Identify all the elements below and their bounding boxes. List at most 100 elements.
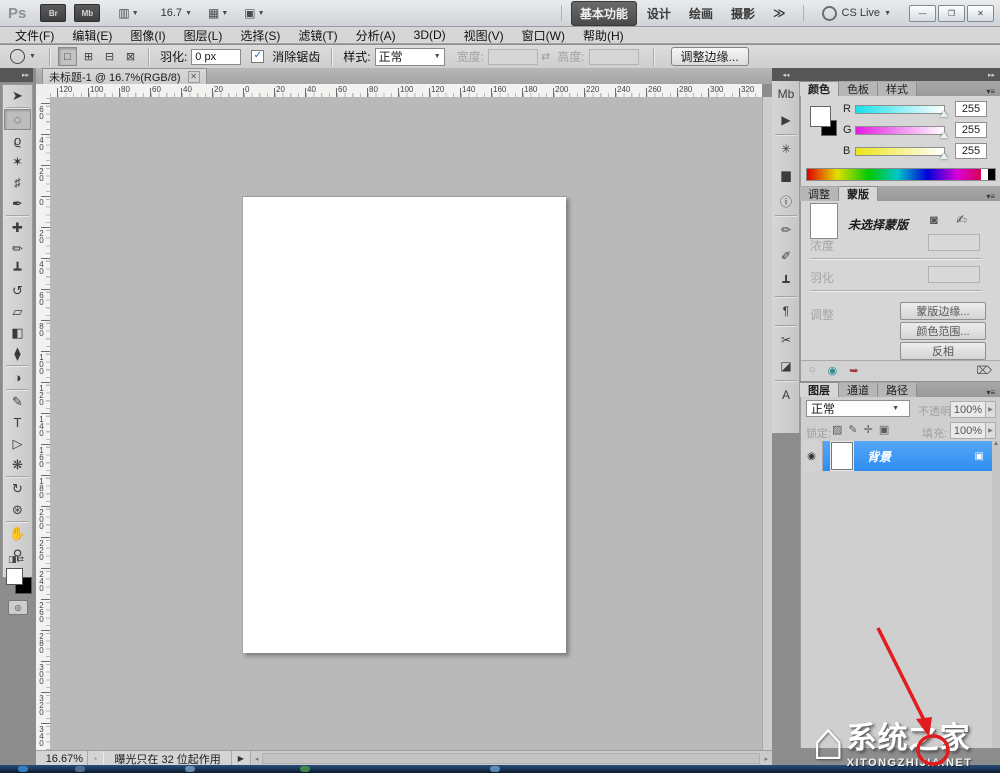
layers-tab-通道[interactable]: 通道 bbox=[839, 383, 878, 397]
opacity-spinner[interactable]: ▶ bbox=[985, 401, 996, 418]
menu-item-4[interactable]: 图层(L) bbox=[175, 27, 232, 44]
add-to-selection-button[interactable]: ⊞ bbox=[79, 47, 98, 66]
launch-bridge-button[interactable]: Br bbox=[40, 4, 66, 22]
history-brush-tool[interactable]: ↺ bbox=[4, 280, 31, 301]
channel-slider-thumb[interactable] bbox=[940, 132, 948, 138]
hand-tool[interactable]: ✋ bbox=[4, 523, 31, 544]
restore-button[interactable]: ❐ bbox=[938, 5, 965, 22]
brush-tool[interactable]: ✏ bbox=[4, 238, 31, 259]
channel-value-field[interactable]: 255 bbox=[955, 143, 987, 159]
dodge-tool[interactable]: ◑ bbox=[4, 367, 31, 388]
arrange-dropdown-arrow[interactable]: ▼ bbox=[221, 10, 228, 17]
mask-thumbnail[interactable] bbox=[810, 203, 838, 239]
channel-slider[interactable] bbox=[855, 126, 945, 135]
spectrum-white-swatch[interactable] bbox=[981, 169, 988, 180]
tool-presets-panel-icon[interactable]: ✂ bbox=[772, 327, 800, 353]
spectrum-black-swatch[interactable] bbox=[988, 169, 995, 180]
menu-item-8[interactable]: 3D(D) bbox=[405, 28, 455, 42]
path-selection-tool[interactable]: ▷ bbox=[4, 433, 31, 454]
dock-collapse-bar[interactable]: ◂◂ bbox=[772, 68, 800, 81]
elliptical-marquee-tool[interactable]: ◌ bbox=[4, 109, 31, 130]
channel-slider-thumb[interactable] bbox=[940, 111, 948, 117]
tool-preset-picker[interactable]: ▼ bbox=[10, 49, 42, 64]
fill-spinner[interactable]: ▶ bbox=[985, 422, 996, 439]
mask-panel-menu-icon[interactable]: ▾≡ bbox=[986, 192, 1000, 201]
load-selection-icon[interactable]: ○ bbox=[809, 364, 816, 377]
spot-healing-brush-tool[interactable]: ✚ bbox=[4, 217, 31, 238]
workspace-overflow-button[interactable]: ≫ bbox=[765, 3, 794, 23]
toolbar-collapse-bar[interactable]: ▸▸ bbox=[0, 68, 33, 82]
antialias-checkbox[interactable]: ✓ bbox=[251, 50, 264, 63]
layer-visibility-cell[interactable]: ◉ bbox=[801, 441, 823, 471]
crop-tool[interactable]: ♯ bbox=[4, 172, 31, 193]
mask-tab-蒙版[interactable]: 蒙版 bbox=[839, 186, 878, 201]
close-button[interactable]: ✕ bbox=[967, 5, 994, 22]
brush-presets-panel-icon[interactable]: ✐ bbox=[772, 243, 800, 269]
opacity-value[interactable]: 100% bbox=[950, 401, 986, 418]
adjustments-panel-icon[interactable]: ✳ bbox=[772, 136, 800, 162]
masks-panel-icon[interactable]: ◪ bbox=[772, 353, 800, 379]
type-tool[interactable]: T bbox=[4, 412, 31, 433]
trash-icon[interactable]: ⌦ bbox=[976, 364, 992, 377]
clone-source-panel-icon[interactable]: ┻ bbox=[772, 269, 800, 295]
eraser-tool[interactable]: ▱ bbox=[4, 301, 31, 322]
blend-mode-select[interactable]: 正常 ▼ bbox=[806, 400, 910, 417]
eye-icon[interactable]: ◉ bbox=[807, 451, 816, 462]
zoom-level-field[interactable]: 16.7 bbox=[161, 7, 182, 19]
menu-item-1[interactable]: 文件(F) bbox=[6, 27, 63, 44]
disable-mask-icon[interactable]: ➥ bbox=[849, 364, 858, 377]
channel-value-field[interactable]: 255 bbox=[955, 122, 987, 138]
menu-item-3[interactable]: 图像(I) bbox=[121, 27, 174, 44]
layer-row-background[interactable]: ◉ 背景 ▣ bbox=[801, 441, 992, 471]
color-panel-foreground-swatch[interactable] bbox=[810, 106, 831, 127]
vertical-scrollbar[interactable] bbox=[762, 97, 772, 750]
menu-item-9[interactable]: 视图(V) bbox=[455, 27, 513, 44]
view-extras-dropdown-arrow[interactable]: ▼ bbox=[132, 10, 139, 17]
layers-tab-路径[interactable]: 路径 bbox=[878, 383, 917, 397]
horizontal-scrollbar[interactable]: ◂ ▸ bbox=[251, 751, 772, 766]
fill-value[interactable]: 100% bbox=[950, 422, 986, 439]
refine-edge-button[interactable]: 调整边缘... bbox=[671, 47, 749, 66]
quick-selection-tool[interactable]: ✶ bbox=[4, 151, 31, 172]
3d-camera-rotate-tool[interactable]: ⊛ bbox=[4, 499, 31, 520]
layers-tab-图层[interactable]: 图层 bbox=[800, 382, 839, 397]
status-zoom-field[interactable]: 16.67% bbox=[36, 751, 88, 766]
new-selection-button[interactable]: □ bbox=[58, 47, 77, 66]
pen-tool[interactable]: ✎ bbox=[4, 391, 31, 412]
layers-scrollbar[interactable]: ▲ bbox=[992, 441, 1000, 748]
color-panel-menu-icon[interactable]: ▾≡ bbox=[986, 87, 1000, 96]
apply-mask-icon[interactable]: ◉ bbox=[828, 364, 838, 377]
document-tab[interactable]: 未标题-1 @ 16.7%(RGB/8) ✕ bbox=[42, 68, 207, 85]
workspace-button[interactable]: 基本功能 bbox=[571, 1, 637, 26]
subtract-from-selection-button[interactable]: ⊟ bbox=[100, 47, 119, 66]
layers-panel-menu-icon[interactable]: ▾≡ bbox=[986, 388, 1000, 397]
default-colors-icon[interactable]: ◨⇄ bbox=[8, 554, 24, 565]
status-menu-arrow[interactable]: ▶ bbox=[232, 751, 251, 766]
color-tab-颜色[interactable]: 颜色 bbox=[800, 81, 839, 96]
scroll-right-icon[interactable]: ▸ bbox=[760, 755, 772, 763]
actions-panel-icon[interactable]: ▶ bbox=[772, 107, 800, 133]
menu-item-2[interactable]: 编辑(E) bbox=[63, 27, 121, 44]
lock-all-icon[interactable]: ▣ bbox=[879, 423, 889, 436]
arrange-documents-icon[interactable]: ▦ bbox=[208, 6, 219, 20]
scroll-left-icon[interactable]: ◂ bbox=[251, 755, 263, 763]
minimize-button[interactable]: — bbox=[909, 5, 936, 22]
quick-mask-button[interactable]: ◎ bbox=[8, 600, 28, 615]
custom-shape-tool[interactable]: ❋ bbox=[4, 454, 31, 475]
launch-mini-bridge-button[interactable]: Mb bbox=[74, 4, 100, 22]
histogram-panel-icon[interactable]: ▆ bbox=[772, 162, 800, 188]
zoom-dropdown-arrow[interactable]: ▼ bbox=[185, 10, 192, 17]
color-spectrum-ramp[interactable] bbox=[806, 168, 996, 181]
channel-slider[interactable] bbox=[855, 105, 945, 114]
workspace-button[interactable]: 摄影 bbox=[723, 2, 763, 25]
view-extras-icon[interactable]: ▥ bbox=[118, 6, 129, 20]
layer-name[interactable]: 背景 bbox=[867, 448, 891, 465]
3d-object-rotate-tool[interactable]: ↻ bbox=[4, 478, 31, 499]
foreground-color-swatch[interactable] bbox=[6, 568, 23, 585]
lock-paint-icon[interactable]: ✎ bbox=[848, 423, 857, 436]
screen-mode-icon[interactable]: ▣ bbox=[244, 6, 255, 20]
workspace-button[interactable]: 绘画 bbox=[681, 2, 721, 25]
layer-thumbnail[interactable] bbox=[831, 442, 853, 470]
add-pixel-mask-icon[interactable]: ◙ bbox=[930, 212, 938, 227]
mask-tab-调整[interactable]: 调整 bbox=[800, 187, 839, 201]
